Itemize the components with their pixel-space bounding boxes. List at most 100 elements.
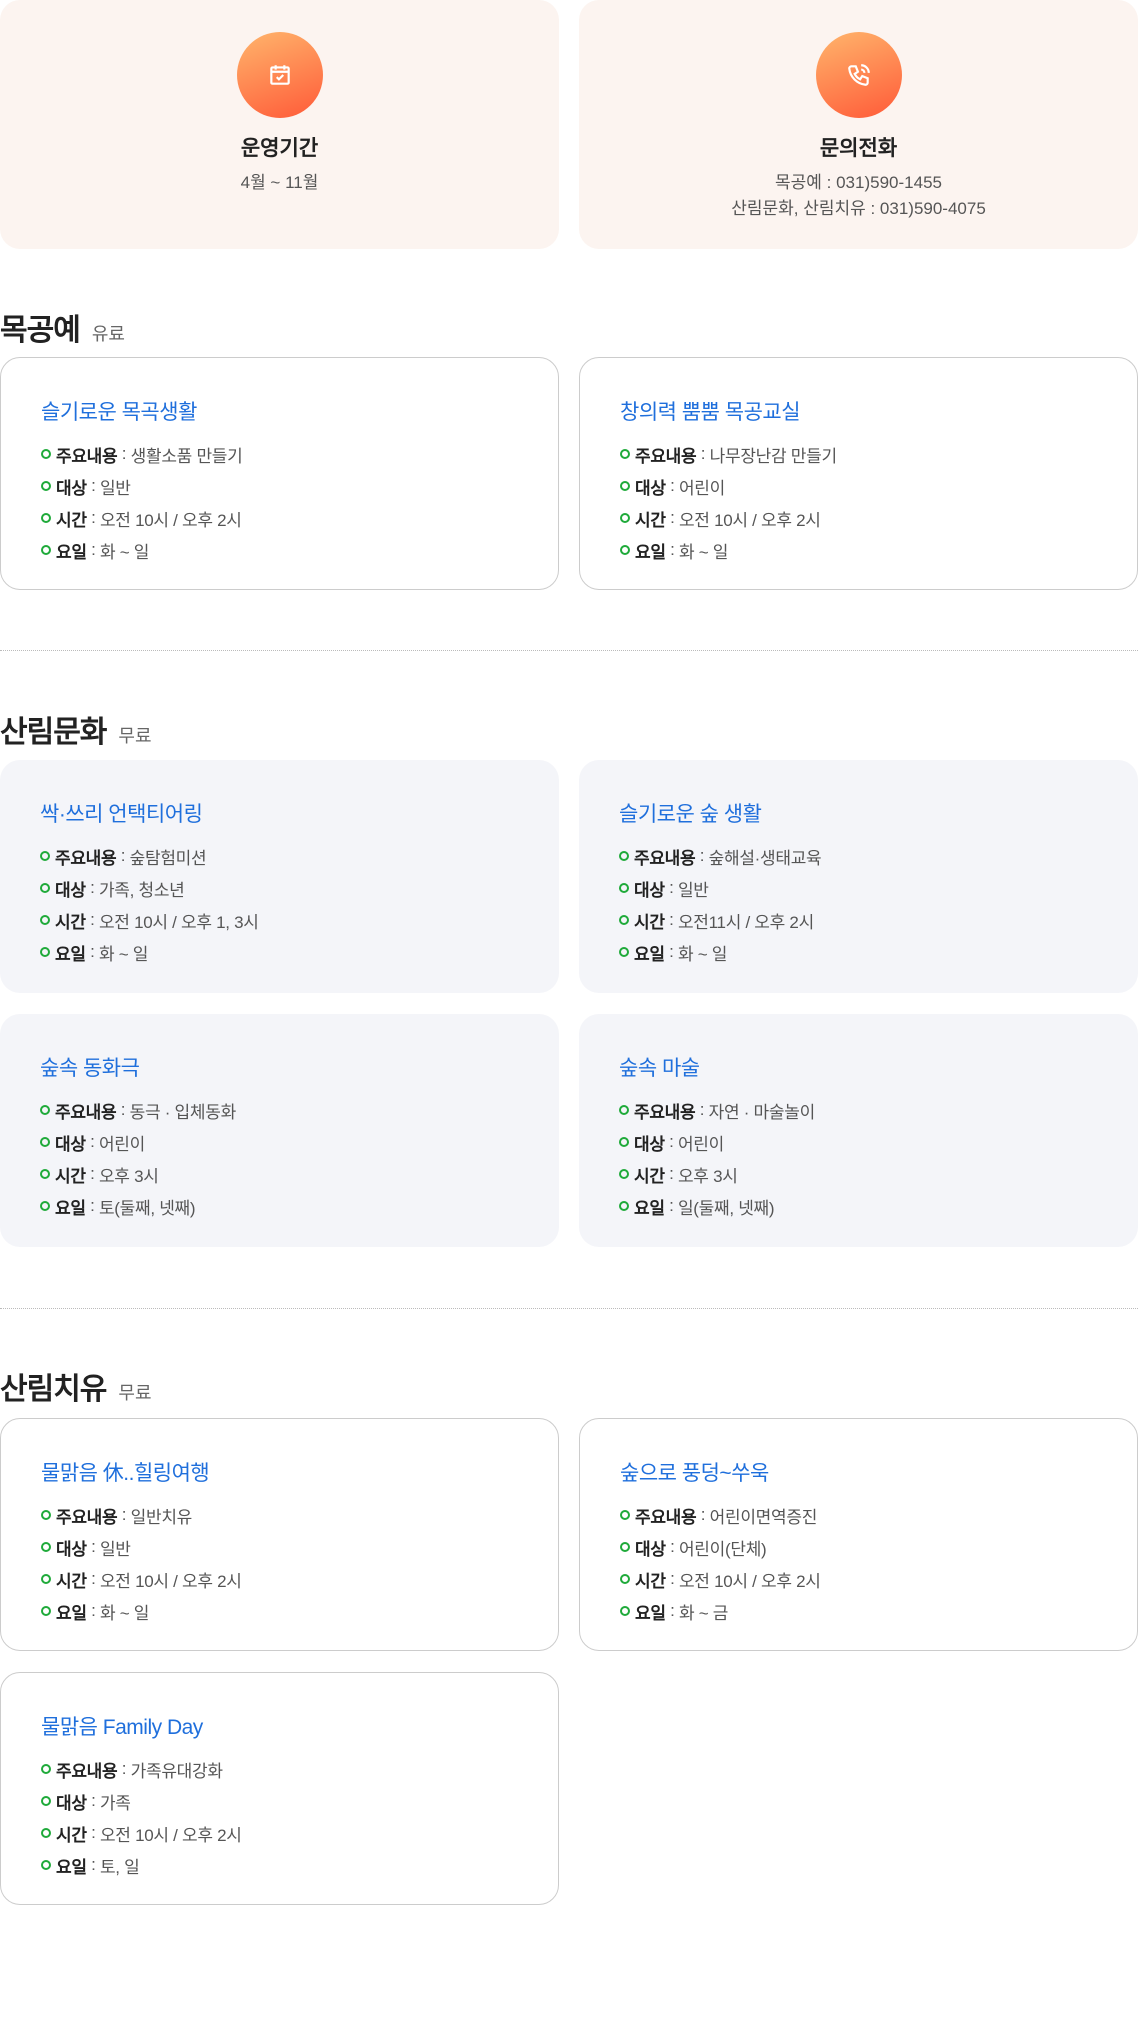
program-detail-day: 요일 : 일(둘째, 넷째): [619, 1190, 1098, 1222]
program-detail-time: 시간 : 오전11시 / 오후 2시: [619, 904, 1098, 936]
fee-badge: 유료: [91, 324, 125, 344]
detail-label: 시간: [56, 1825, 87, 1845]
detail-value: 오후 3시: [677, 1166, 738, 1186]
detail-separator: :: [665, 1569, 679, 1588]
detail-separator: :: [664, 910, 678, 929]
bullet-icon: [41, 513, 51, 523]
bullet-icon: [619, 883, 629, 893]
bullet-icon: [41, 1764, 51, 1774]
program-title: 물맑음 Family Day: [41, 1716, 203, 1739]
program-detail-target: 대상 : 가족, 청소년: [40, 872, 519, 904]
program-detail-target: 대상 : 어린이(단체): [620, 1531, 1097, 1563]
program-detail-content: 주요내용 : 자연 · 마술놀이: [619, 1094, 1098, 1126]
bullet-icon: [41, 1796, 51, 1806]
bullet-icon: [41, 1606, 51, 1616]
detail-separator: :: [664, 1196, 678, 1215]
detail-label: 요일: [56, 542, 87, 562]
bullet-icon: [620, 1606, 630, 1616]
detail-separator: :: [664, 942, 678, 961]
program-card: 싹·쓰리 언택티어링 주요내용 : 숲탐험미션 대상 : 가족, 청소년 시간 : 오…: [0, 760, 559, 993]
section-title: 산림문화: [0, 716, 107, 749]
bullet-icon: [619, 915, 629, 925]
bullet-icon: [41, 1860, 51, 1870]
detail-value: 오전11시 / 오후 2시: [677, 912, 814, 932]
detail-value: 어린이면역증진: [709, 1507, 818, 1527]
program-detail-time: 시간 : 오전 10시 / 오후 1, 3시: [40, 904, 519, 936]
program-detail-content: 주요내용 : 어린이면역증진: [620, 1499, 1097, 1531]
detail-separator: :: [664, 1132, 678, 1151]
calendar-check-icon: [236, 32, 323, 118]
bullet-icon: [620, 1574, 630, 1584]
program-detail-day: 요일 : 화 ~ 일: [40, 936, 519, 968]
detail-value: 화 ~ 일: [678, 542, 729, 562]
detail-separator: :: [665, 508, 679, 527]
bullet-icon: [41, 545, 51, 555]
detail-label: 요일: [634, 944, 665, 964]
detail-label: 대상: [55, 880, 86, 900]
detail-label: 주요내용: [55, 848, 117, 868]
fee-badge: 무료: [118, 1383, 152, 1403]
program-card: 물맑음 休..힐링여행 주요내용 : 일반치유 대상 : 일반 시간 : 오전 10시…: [0, 1418, 559, 1651]
bullet-icon: [620, 481, 630, 491]
detail-label: 대상: [56, 1539, 87, 1559]
detail-value: 일반: [677, 880, 709, 900]
program-detail-day: 요일 : 화 ~ 금: [620, 1595, 1097, 1627]
detail-separator: :: [86, 540, 100, 559]
program-detail-day: 요일 : 화 ~ 일: [41, 534, 518, 566]
program-detail-target: 대상 : 일반: [619, 872, 1098, 904]
detail-label: 대상: [635, 1539, 666, 1559]
program-detail-day: 요일 : 화 ~ 일: [620, 534, 1097, 566]
detail-label: 요일: [635, 1603, 666, 1623]
detail-value: 어린이: [677, 1134, 724, 1154]
detail-label: 대상: [56, 478, 87, 498]
program-card: 슬기로운 숲 생활 주요내용 : 숲해설·생태교육 대상 : 일반 시간 : 오전11…: [579, 760, 1138, 993]
bullet-icon: [620, 1542, 630, 1552]
detail-value: 일반치유: [130, 1507, 193, 1527]
program-detail-content: 주요내용 : 나무장난감 만들기: [620, 438, 1097, 470]
program-title: 물맑음 休..힐링여행: [41, 1462, 210, 1485]
detail-value: 생활소품 만들기: [130, 446, 243, 466]
program-detail-day: 요일 : 토, 일: [41, 1849, 518, 1881]
bullet-icon: [620, 513, 630, 523]
detail-value: 동극 · 입체동화: [129, 1102, 237, 1122]
bullet-icon: [41, 1542, 51, 1552]
program-detail-target: 대상 : 어린이: [40, 1126, 519, 1158]
detail-label: 주요내용: [56, 446, 118, 466]
detail-value: 오전 10시 / 오후 2시: [678, 510, 821, 530]
section-header: 산림문화 무료: [0, 707, 152, 751]
detail-label: 대상: [635, 478, 666, 498]
detail-separator: :: [86, 1601, 100, 1620]
detail-value: 화 ~ 일: [99, 1603, 150, 1623]
detail-label: 시간: [635, 1571, 666, 1591]
detail-label: 시간: [634, 1166, 665, 1186]
detail-label: 시간: [55, 1166, 86, 1186]
program-detail-target: 대상 : 일반: [41, 470, 518, 502]
section-divider: [0, 1308, 1138, 1309]
detail-value: 화 ~ 일: [677, 944, 728, 964]
program-detail-target: 대상 : 어린이: [619, 1126, 1098, 1158]
detail-label: 주요내용: [635, 446, 697, 466]
bullet-icon: [619, 1201, 629, 1211]
program-detail-target: 대상 : 어린이: [620, 470, 1097, 502]
detail-separator: :: [664, 1164, 678, 1183]
detail-label: 주요내용: [634, 848, 696, 868]
detail-value: 토, 일: [99, 1857, 140, 1877]
detail-separator: :: [116, 1100, 130, 1119]
program-detail-time: 시간 : 오후 3시: [40, 1158, 519, 1190]
detail-separator: :: [665, 540, 679, 559]
section-title: 목공예: [0, 314, 81, 347]
detail-value: 화 ~ 일: [98, 944, 149, 964]
bullet-icon: [40, 883, 50, 893]
info-title: 문의전화: [819, 137, 898, 160]
detail-separator: :: [86, 1823, 100, 1842]
detail-separator: :: [86, 476, 100, 495]
detail-label: 요일: [56, 1603, 87, 1623]
program-title: 슬기로운 목곡생활: [41, 401, 197, 424]
info-text: 목공예 : 031)590-1455 산림문화, 산림치유 : 031)590-…: [579, 170, 1138, 222]
detail-separator: :: [86, 508, 100, 527]
detail-value: 가족유대강화: [130, 1761, 223, 1781]
program-card: 슬기로운 목곡생활 주요내용 : 생활소품 만들기 대상 : 일반 시간 : 오전 1…: [0, 357, 559, 590]
bullet-icon: [40, 947, 50, 957]
detail-value: 화 ~ 일: [99, 542, 150, 562]
detail-label: 시간: [56, 510, 87, 530]
